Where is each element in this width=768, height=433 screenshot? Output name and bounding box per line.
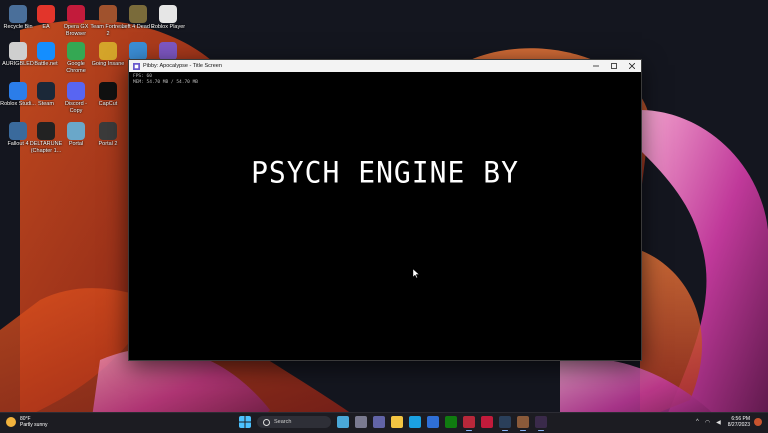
steam-icon [37, 82, 55, 100]
aurigbled-icon [9, 42, 27, 60]
window-titlebar[interactable]: Pibby: Apocalypse - Title Screen [129, 60, 641, 72]
portal-icon [67, 122, 85, 140]
clock[interactable]: 6:56 PM 8/27/2023 [728, 416, 750, 428]
desktop-icon-label: Roblox Player [150, 24, 186, 30]
desktop-icon[interactable]: Portal 2 [90, 120, 126, 160]
system-tray: ^ ◠ ◀ 6:56 PM 8/27/2023 [693, 416, 762, 428]
game-viewport[interactable]: FPS: 60 MEM: 54.70 MB / 54.70 MB PSYCH E… [129, 72, 641, 360]
start-button-windows-icon[interactable] [239, 416, 251, 428]
clock-date: 8/27/2023 [727, 422, 750, 428]
pinned-apps [334, 416, 550, 431]
desktop-icon-label: Opera GX Browser [63, 24, 89, 37]
desktop-icon[interactable]: Google Chrome [58, 40, 94, 80]
minimize-button[interactable] [587, 60, 605, 72]
steam-taskbar-icon[interactable] [499, 416, 511, 431]
taskbar-center: Search [236, 416, 550, 431]
search-icon [263, 418, 270, 426]
show-hidden-icons-chevron-icon[interactable]: ^ [696, 419, 699, 425]
close-icon [629, 63, 635, 69]
pibby-game-icon[interactable] [535, 416, 547, 431]
desktop-icon[interactable]: Portal [58, 120, 94, 160]
partly-sunny-icon [6, 417, 16, 427]
file-explorer-icon[interactable] [391, 416, 403, 428]
app-window[interactable]: Pibby: Apocalypse - Title Screen FPS: 60… [128, 59, 642, 361]
ea-icon [37, 5, 55, 23]
chrome-icon [67, 42, 85, 60]
fps-line: FPS: 60 [133, 74, 152, 79]
desktop-icon-label: Portal 2 [98, 141, 118, 147]
app-icon [133, 62, 140, 70]
notification-icon[interactable] [754, 418, 762, 426]
volume-icon[interactable]: ◀ [716, 419, 721, 426]
window-title: Pibby: Apocalypse - Title Screen [143, 63, 222, 69]
recycle-bin-icon [9, 5, 27, 23]
going-insane-icon [99, 42, 117, 60]
maximize-button[interactable] [605, 60, 623, 72]
weather-widget[interactable]: 80°F Partly sunny [6, 416, 48, 428]
desktop-icon[interactable]: Opera GX Browser [58, 3, 94, 43]
microsoft-store-icon[interactable] [427, 416, 439, 428]
left-4-dead-2-icon [129, 5, 147, 23]
edge-icon[interactable] [409, 416, 421, 428]
taskbar-search-box[interactable]: Search [257, 416, 331, 428]
intro-title-text: PSYCH ENGINE BY [251, 155, 519, 190]
fps-counter: FPS: 60 MEM: 54.70 MB / 54.70 MB [133, 74, 198, 86]
memory-line: MEM: 54.70 MB / 54.70 MB [133, 80, 199, 85]
desktop-icon-label: CapCut [98, 101, 118, 107]
team-fortress-2-icon [99, 5, 117, 23]
capcut-icon [99, 82, 117, 100]
desktop-icon-label: Discord - Copy [64, 101, 87, 114]
opera-gx-icon [67, 5, 85, 23]
desktop-icon[interactable]: CapCut [90, 80, 126, 120]
maximize-icon [611, 63, 617, 69]
fallout-4-icon [9, 122, 27, 140]
network-wifi-icon[interactable]: ◠ [705, 419, 710, 426]
portal-2-icon [99, 122, 117, 140]
game-launcher-icon[interactable] [463, 416, 475, 431]
fnf-icon [129, 42, 147, 60]
close-button[interactable] [623, 60, 641, 72]
weather-description: Partly sunny [20, 422, 48, 428]
roblox-studio-icon [9, 82, 27, 100]
desktop-icon-label: Portal [68, 141, 84, 147]
taskbar: 80°F Partly sunny Search ^ ◠ ◀ 6:56 PM 8… [0, 412, 768, 433]
desktop-icon[interactable]: Discord - Copy [58, 80, 94, 120]
mouse-cursor-icon [413, 269, 419, 278]
task-view-icon[interactable] [355, 416, 367, 428]
search-placeholder: Search [274, 419, 292, 425]
xbox-icon[interactable] [445, 416, 457, 428]
roblox-player-icon [159, 5, 177, 23]
discord-icon [67, 82, 85, 100]
desktop-icon[interactable]: Roblox Player [150, 3, 186, 43]
battlenet-icon [37, 42, 55, 60]
widgets-icon[interactable] [337, 416, 349, 428]
app-icon [159, 42, 177, 60]
game-taskbar-icon[interactable] [517, 416, 529, 431]
minimize-icon [593, 65, 599, 67]
teams-chat-icon[interactable] [373, 416, 385, 428]
desktop-icon-label: Google Chrome [66, 61, 86, 74]
deltarune-icon [37, 122, 55, 140]
opera-gx-taskbar-icon[interactable] [481, 416, 493, 428]
